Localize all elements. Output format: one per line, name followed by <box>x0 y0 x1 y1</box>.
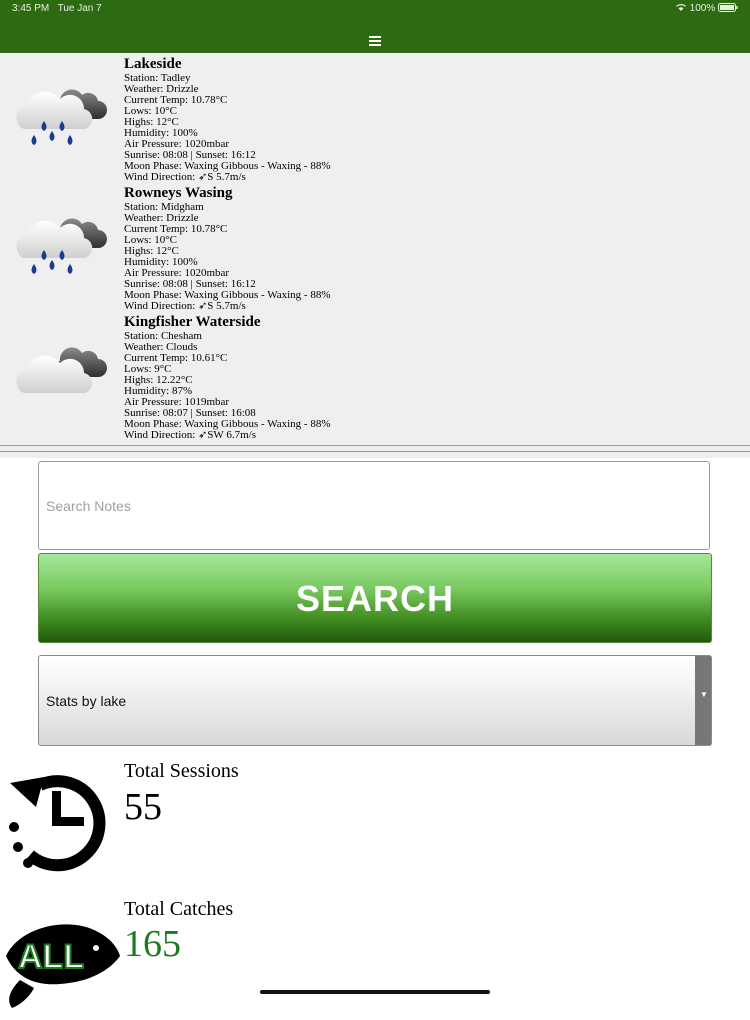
nav-bar <box>0 18 750 53</box>
rain-cloud-icon <box>16 89 107 145</box>
total-catches-label: Total Catches <box>124 898 234 920</box>
search-notes-input[interactable] <box>38 461 710 550</box>
weather-info: Rowneys Wasing Station: Midgham Weather:… <box>124 184 331 312</box>
total-sessions-value: 55 <box>124 786 162 828</box>
total-sessions-label: Total Sessions <box>124 760 239 782</box>
battery-percent: 100% <box>689 3 716 14</box>
location-name: Kingfisher Waterside <box>124 314 261 330</box>
catches-badge: ALL <box>18 938 84 976</box>
select-arrow[interactable]: ▼ <box>695 656 711 745</box>
home-indicator <box>260 990 490 994</box>
location-name: Lakeside <box>124 56 182 72</box>
weather-line: Wind Direction: ➶SW 6.7m/s <box>124 429 257 441</box>
wifi-icon <box>675 4 686 11</box>
location-name: Rowneys Wasing <box>124 185 233 201</box>
chevron-down-icon: ▼ <box>700 690 708 699</box>
status-right: 100% <box>675 3 738 14</box>
divider <box>0 451 750 452</box>
hamburger-menu-icon[interactable] <box>369 36 381 46</box>
weather-panel: Lakeside Station: Tadley Weather: Drizzl… <box>0 53 750 458</box>
cloud-icon <box>16 347 107 394</box>
total-catches-value: 165 <box>124 923 181 965</box>
stats-select[interactable]: Stats by lake ▼ <box>38 655 712 746</box>
status-bar: 3:45 PM Tue Jan 7 100% <box>0 0 750 18</box>
history-clock-icon <box>9 775 106 872</box>
weather-card-kingfisher-waterside: Kingfisher Waterside Station: Chesham We… <box>0 311 750 441</box>
divider <box>0 445 750 446</box>
search-button[interactable]: SEARCH <box>38 553 712 643</box>
rain-cloud-icon <box>16 218 107 274</box>
weather-info: Lakeside Station: Tadley Weather: Drizzl… <box>124 55 331 183</box>
status-time: 3:45 PM Tue Jan 7 <box>12 3 102 14</box>
fish-icon: ALL <box>6 924 120 1008</box>
weather-card-lakeside: Lakeside Station: Tadley Weather: Drizzl… <box>0 53 750 183</box>
weather-card-rowneys-wasing: Rowneys Wasing Station: Midgham Weather:… <box>0 182 750 312</box>
stats-select-value: Stats by lake <box>46 693 127 709</box>
battery-icon <box>718 3 738 12</box>
weather-info: Kingfisher Waterside Station: Chesham We… <box>124 313 331 441</box>
